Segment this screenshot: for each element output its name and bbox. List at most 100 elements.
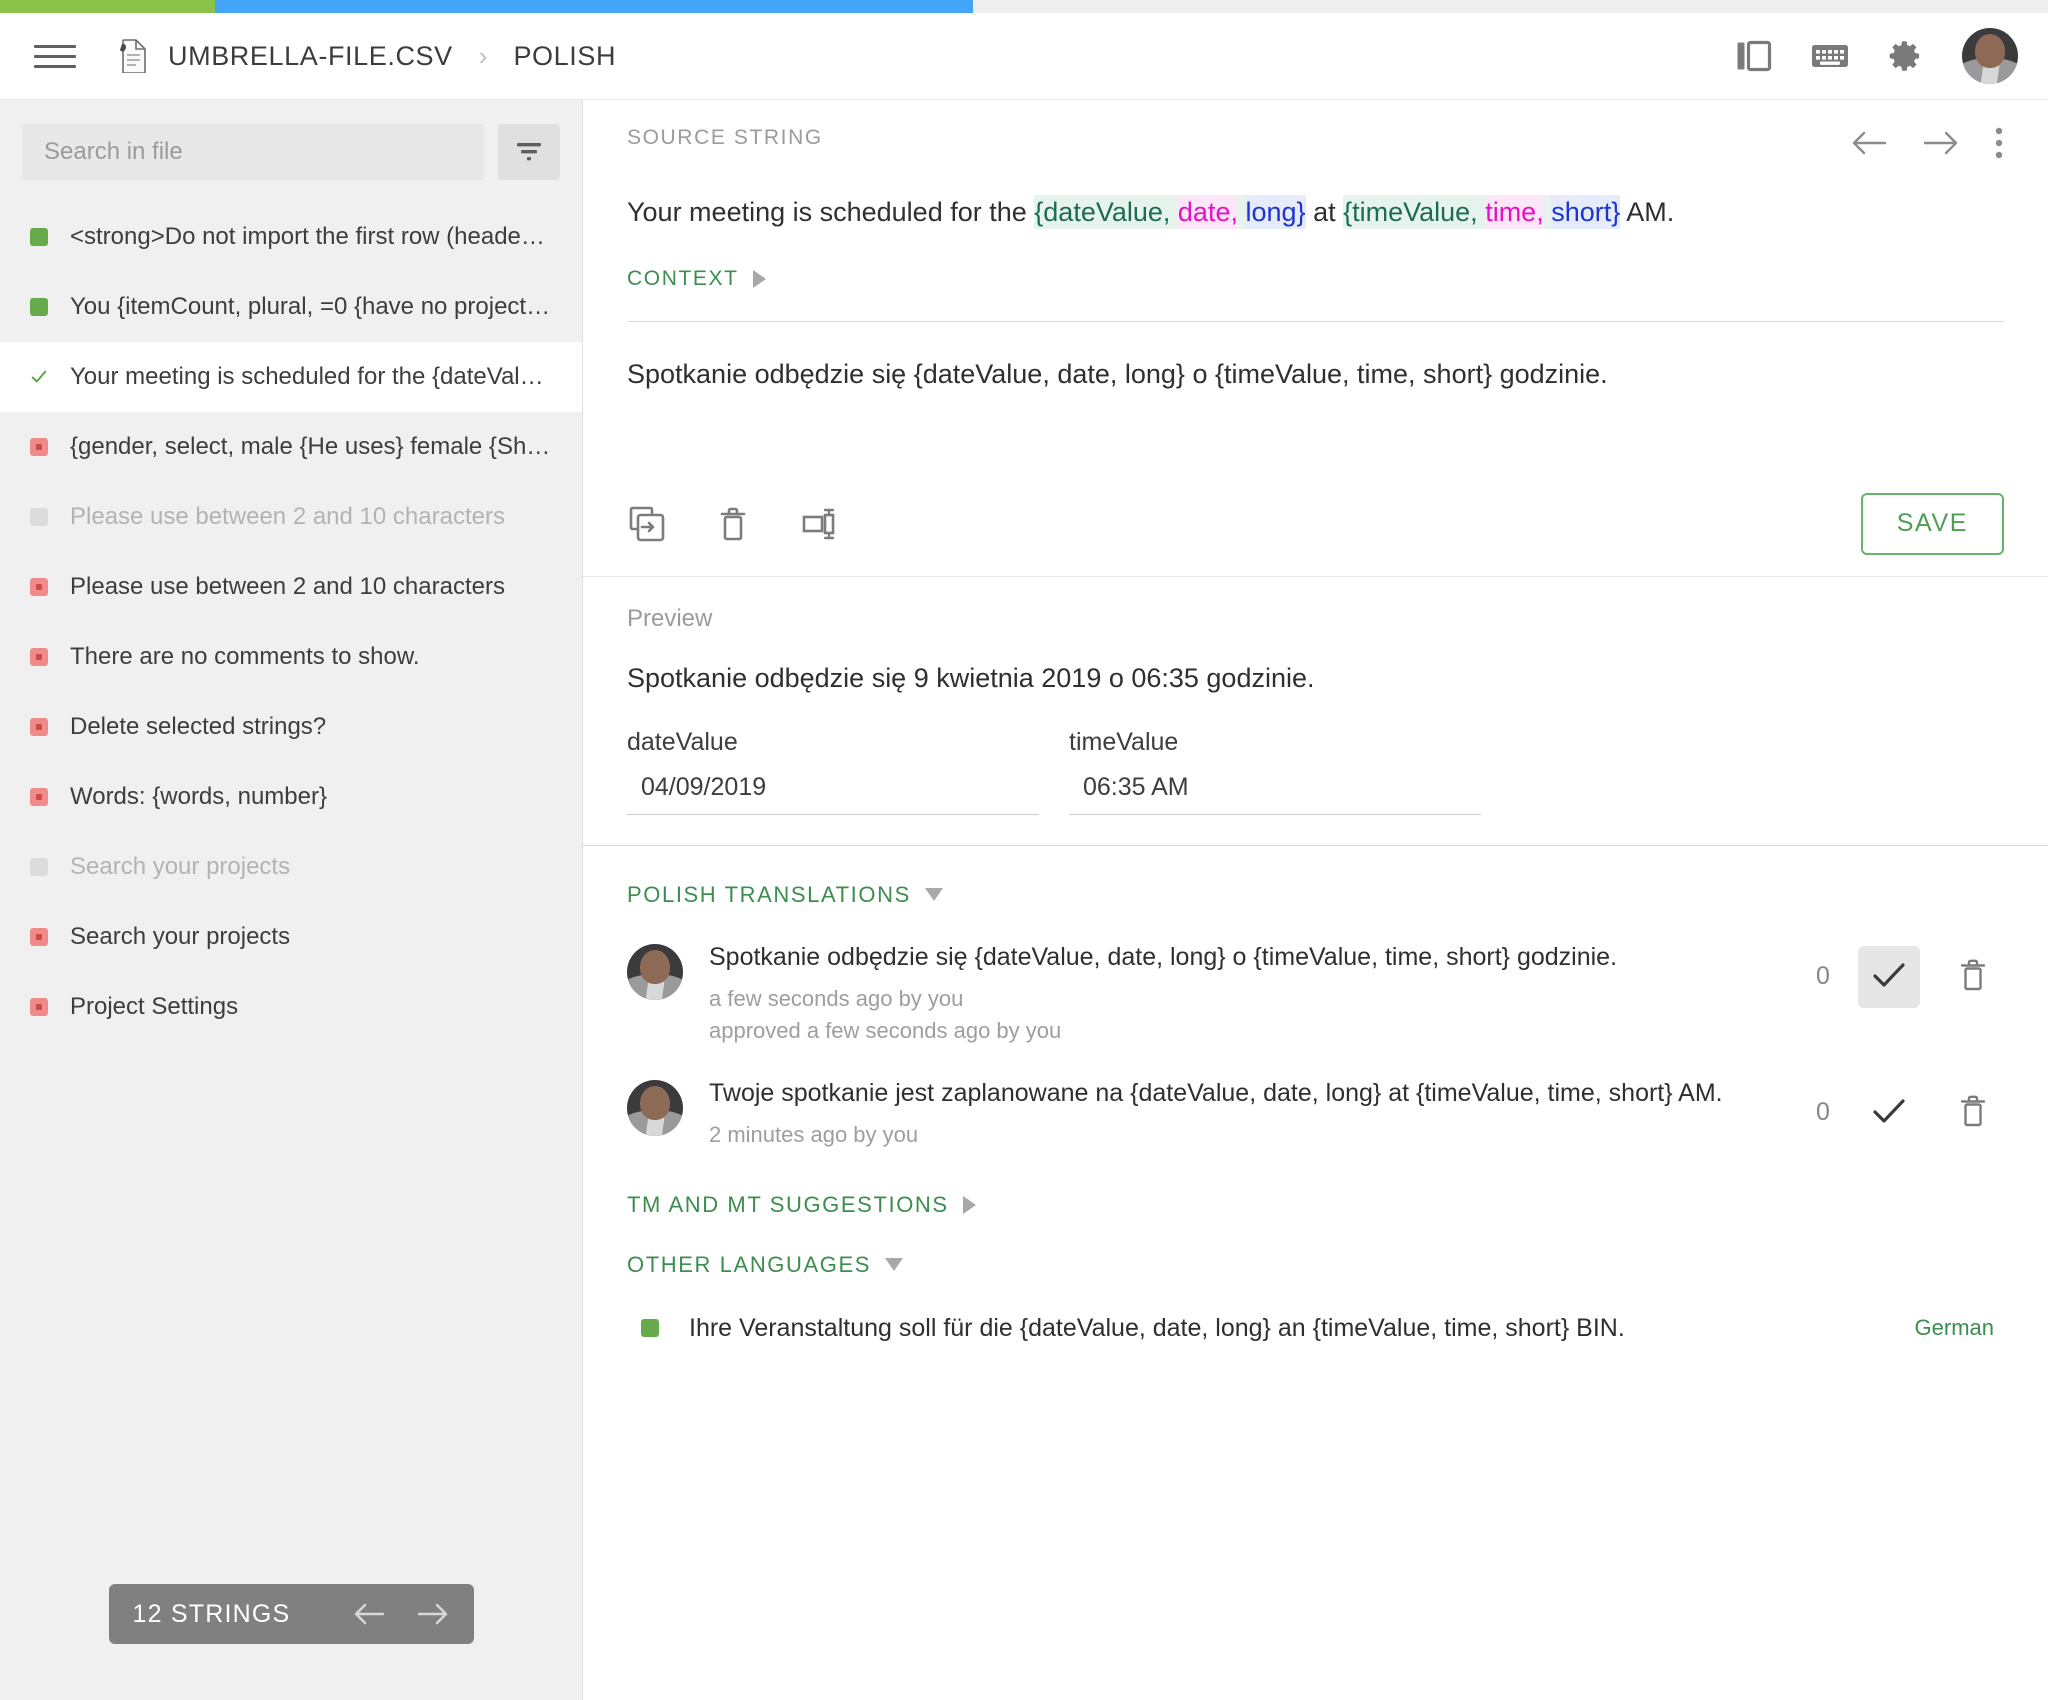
translation-approval-meta: approved a few seconds ago by you <box>709 1018 1784 1044</box>
filter-button[interactable] <box>498 124 560 180</box>
list-item[interactable]: You {itemCount, plural, =0 {have no proj… <box>0 272 582 342</box>
placeholder-token-fmt: short} <box>1551 195 1620 229</box>
header-actions <box>1734 28 2018 84</box>
preview-fields: dateValue timeValue <box>583 728 2048 815</box>
translation-actions: 0 <box>1810 1082 2004 1144</box>
translations-section: POLISH TRANSLATIONS Spotkanie odbędzie s… <box>583 882 2048 1343</box>
breadcrumb: UMBRELLA-FILE.CSV › POLISH <box>118 39 616 73</box>
trash-icon <box>1956 956 1990 997</box>
delete-icon[interactable] <box>715 504 751 544</box>
more-vertical-icon[interactable] <box>1994 126 2004 160</box>
user-avatar[interactable] <box>1962 28 2018 84</box>
list-item[interactable]: Please use between 2 and 10 characters <box>0 552 582 622</box>
list-item-label: Your meeting is scheduled for the {dateV… <box>70 363 544 391</box>
polish-translations-toggle[interactable]: POLISH TRANSLATIONS <box>627 882 2004 908</box>
tm-suggestions-toggle[interactable]: TM AND MT SUGGESTIONS <box>627 1192 2004 1218</box>
preview-field-input[interactable] <box>1069 757 1481 815</box>
list-item-label: Search your projects <box>70 923 290 951</box>
list-item[interactable]: Search your projects <box>0 832 582 902</box>
status-square-grey <box>30 858 48 876</box>
other-languages-title: OTHER LANGUAGES <box>627 1252 871 1278</box>
preview-text: Spotkanie odbędzie się 9 kwietnia 2019 o… <box>627 663 2004 694</box>
other-language-name: German <box>1915 1315 2004 1341</box>
search-input[interactable] <box>22 124 484 180</box>
breadcrumb-file-name[interactable]: UMBRELLA-FILE.CSV <box>168 41 453 72</box>
source-nav-actions <box>1850 126 2004 160</box>
vote-count: 0 <box>1810 1098 1836 1127</box>
list-item[interactable]: Search your projects <box>0 902 582 972</box>
list-item[interactable]: Please use between 2 and 10 characters <box>0 482 582 552</box>
preview-label: Preview <box>627 605 2004 633</box>
source-text-segment: Your meeting is scheduled for the <box>627 197 1034 227</box>
source-header-row: SOURCE STRING <box>627 126 2004 160</box>
prev-page-button[interactable] <box>352 1601 386 1627</box>
approve-button[interactable] <box>1858 1082 1920 1144</box>
tm-suggestions-title: TM AND MT SUGGESTIONS <box>627 1192 949 1218</box>
prev-string-button[interactable] <box>1850 129 1888 157</box>
hamburger-menu-icon[interactable] <box>34 34 78 78</box>
approve-button[interactable] <box>1858 946 1920 1008</box>
list-item-label: {gender, select, male {He uses} female {… <box>70 433 550 461</box>
breadcrumb-separator-icon: › <box>475 43 492 69</box>
split-panel-icon[interactable] <box>1734 36 1774 76</box>
other-languages-toggle[interactable]: OTHER LANGUAGES <box>627 1252 2004 1278</box>
translation-editor[interactable]: Spotkanie odbędzie się {dateValue, date,… <box>583 322 2048 472</box>
csv-file-icon <box>118 39 146 73</box>
trash-icon <box>1956 1092 1990 1133</box>
translation-actions: 0 <box>1810 946 2004 1008</box>
sidebar-pager: 12 STRINGS <box>109 1584 474 1644</box>
placeholder-token-type: date, <box>1178 195 1238 229</box>
source-string-label: SOURCE STRING <box>627 126 823 150</box>
placeholder-token-type: time, <box>1485 195 1544 229</box>
other-language-rows: Ihre Veranstaltung soll für die {dateVal… <box>627 1288 2004 1343</box>
save-button[interactable]: SAVE <box>1861 493 2004 555</box>
breadcrumb-language[interactable]: POLISH <box>513 41 616 72</box>
strings-list[interactable]: <strong>Do not import the first row (hea… <box>0 202 582 1584</box>
source-string-block: SOURCE STRING <box>583 100 2048 322</box>
delete-translation-button[interactable] <box>1942 1082 2004 1144</box>
placeholder-token-brace <box>1170 195 1178 229</box>
translation-meta: 2 minutes ago by you <box>709 1122 1784 1148</box>
copy-source-icon[interactable] <box>627 504 667 544</box>
placeholder-token-fmt: long} <box>1245 195 1305 229</box>
preview-field-input[interactable] <box>627 757 1039 815</box>
next-string-button[interactable] <box>1922 129 1960 157</box>
translation-editor-value[interactable]: Spotkanie odbędzie się {dateValue, date,… <box>627 356 2004 394</box>
sidebar-search-row <box>0 100 582 202</box>
avatar <box>627 944 683 1000</box>
keyboard-icon[interactable] <box>1810 36 1850 76</box>
list-item[interactable]: There are no comments to show. <box>0 622 582 692</box>
list-item[interactable]: Delete selected strings? <box>0 692 582 762</box>
placeholder-token-name: {timeValue, <box>1343 195 1478 229</box>
translation-text: Spotkanie odbędzie się {dateValue, date,… <box>709 940 1784 974</box>
app-header: UMBRELLA-FILE.CSV › POLISH <box>0 13 2048 100</box>
list-item[interactable]: Your meeting is scheduled for the {dateV… <box>0 342 582 412</box>
list-item-label: Please use between 2 and 10 characters <box>70 573 505 601</box>
chevron-down-icon <box>885 1258 903 1271</box>
list-item[interactable]: Words: {words, number} <box>0 762 582 832</box>
gear-icon[interactable] <box>1886 36 1926 76</box>
list-item-label: Please use between 2 and 10 characters <box>70 503 505 531</box>
context-toggle[interactable]: CONTEXT <box>627 267 2004 291</box>
list-item[interactable]: <strong>Do not import the first row (hea… <box>0 202 582 272</box>
chevron-right-icon <box>963 1196 976 1214</box>
insert-placeholder-icon[interactable] <box>799 504 841 544</box>
next-page-button[interactable] <box>416 1601 450 1627</box>
other-language-row[interactable]: Ihre Veranstaltung soll für die {dateVal… <box>627 1288 2004 1343</box>
delete-translation-button[interactable] <box>1942 946 2004 1008</box>
app-body: <strong>Do not import the first row (hea… <box>0 100 2048 1700</box>
vote-count: 0 <box>1810 962 1836 991</box>
progress-segment-remaining <box>973 0 2048 13</box>
preview-field-key: dateValue <box>627 728 1039 757</box>
preview-field: dateValue <box>627 728 1039 815</box>
list-item[interactable]: {gender, select, male {He uses} female {… <box>0 412 582 482</box>
sidebar-pager-wrap: 12 STRINGS <box>0 1584 582 1700</box>
source-string-text: Your meeting is scheduled for the {dateV… <box>627 192 2004 233</box>
polish-translations-title: POLISH TRANSLATIONS <box>627 882 911 908</box>
preview-field: timeValue <box>1069 728 1481 815</box>
status-square-red <box>30 998 48 1016</box>
chevron-down-icon <box>925 888 943 901</box>
translation-rows: Spotkanie odbędzie się {dateValue, date,… <box>627 918 2004 1158</box>
status-square-green <box>30 228 48 246</box>
list-item[interactable]: Project Settings <box>0 972 582 1042</box>
